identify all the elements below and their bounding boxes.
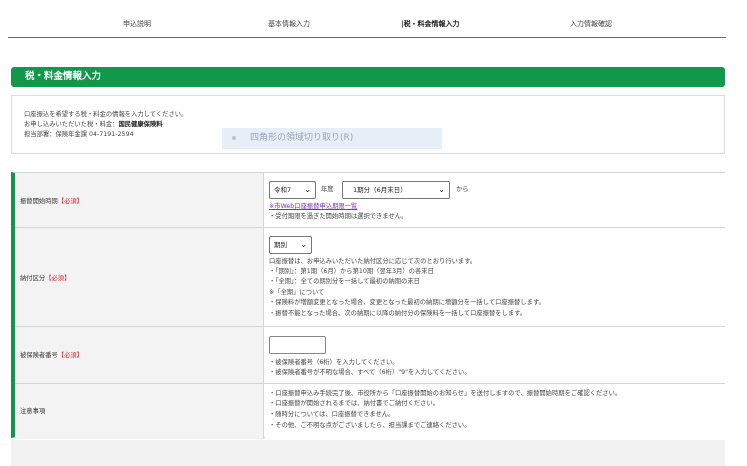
payment-type-label: 納付区分【必須】	[20, 275, 71, 282]
info-instruction: 口座振込を希望する税・料金の情報を入力してください。	[24, 111, 188, 118]
era-year-select[interactable]: 令和7 ⌄	[269, 181, 316, 199]
step-application-description: 申込説明	[123, 20, 151, 28]
year-suffix: 年度	[321, 186, 334, 193]
chevron-down-icon: ⌄	[300, 240, 307, 249]
section-title: 税・料金情報入力	[11, 67, 725, 87]
notes-line: ・口座振替が開始されるまでは、納付書でご納付ください。	[269, 400, 440, 407]
row-insured-number: 被保険者番号【必須】 ・被保険者番号（6桁）を入力してください。 ・被保険者番号…	[15, 327, 725, 384]
required-mark: 【必須】	[57, 352, 83, 359]
dot-icon	[232, 135, 236, 140]
insured-note-line: ・被保険者番号が不明な場合、すべて（6桁）"9"を入力してください。	[269, 369, 471, 376]
required-mark: 【必須】	[45, 275, 71, 282]
notes-label: 注意事項	[20, 408, 46, 415]
payment-note-line: 口座振替は、お申込みいただいた納付区分に応じて次のとおり行います。	[269, 258, 477, 265]
payment-note-line: ・「全期」：全ての期別分を一括して最初の納期の末日	[269, 278, 420, 285]
notes-line: ・随時分については、口座振替できません。	[269, 411, 395, 418]
snip-tooltip: 四角形の領域切り取り(R)	[222, 128, 442, 149]
payment-note-line: ・「期別」：第1期（6月）から第10期（翌年3月）の各末日	[269, 268, 434, 275]
notes-line: ・その他、ご不明な点がございましたら、担当課までご連絡ください。	[269, 422, 471, 429]
required-mark: 【必須】	[57, 198, 83, 205]
row-notes: 注意事項 ・口座振替申込み手続完了後、市役所から「口座振替開始のお知らせ」を送付…	[15, 384, 725, 439]
chevron-down-icon: ⌄	[438, 185, 445, 194]
payment-note-line: ・保険料が増額変更となった場合、変更となった最初の納期に増額分を一括して口座振替…	[269, 299, 545, 306]
step-confirm: 入力情報確認	[570, 20, 612, 28]
deadline-list-link[interactable]: ※市Web口座振替申込期限一覧	[269, 203, 357, 211]
from-text: から	[456, 186, 469, 193]
step-tax-info: |税・料金情報入力	[401, 19, 460, 29]
insured-number-input[interactable]	[269, 336, 326, 354]
chevron-down-icon: ⌄	[304, 185, 311, 194]
row-payment-type: 納付区分【必須】 期別 ⌄ 口座振替は、お申込みいただいた納付区分に応じて次のとお…	[15, 228, 725, 327]
payment-note-line: ※「全期」について	[269, 289, 325, 296]
row-start-period: 振替開始時期【必須】 令和7 ⌄ 年度 1期分（6月末日） ⌄ から ※市Web口座…	[15, 173, 725, 228]
form-table: 振替開始時期【必須】 令和7 ⌄ 年度 1期分（6月末日） ⌄ から ※市Web口座…	[11, 172, 725, 439]
step-basic-info: 基本情報入力	[268, 20, 310, 28]
payment-note-line: ・振替不能となった場合、次の納期に以降の納付分の保険料を一括して口座振替をします…	[269, 310, 527, 317]
tooltip-text: 四角形の領域切り取り(R)	[250, 133, 354, 143]
period-select[interactable]: 1期分（6月末日） ⌄	[342, 181, 450, 199]
start-period-note: ・受付期限を過ぎた開始時期は選択できません。	[269, 213, 408, 220]
notes-line: ・口座振替申込み手続完了後、市役所から「口座振替開始のお知らせ」を送付しますので…	[269, 390, 622, 397]
insured-number-label: 被保険者番号【必須】	[20, 352, 83, 359]
payment-type-select[interactable]: 期別 ⌄	[269, 236, 312, 254]
insured-note-line: ・被保険者番号（6桁）を入力してください。	[269, 359, 399, 366]
progress-steps: 申込説明 基本情報入力 |税・料金情報入力 入力情報確認	[8, 0, 726, 38]
step-tax-info-label: 税・料金情報入力	[403, 20, 460, 28]
start-period-label: 振替開始時期【必須】	[20, 198, 83, 205]
bottom-area	[11, 440, 725, 466]
info-tax-name: 国民健康保険料	[118, 121, 163, 128]
